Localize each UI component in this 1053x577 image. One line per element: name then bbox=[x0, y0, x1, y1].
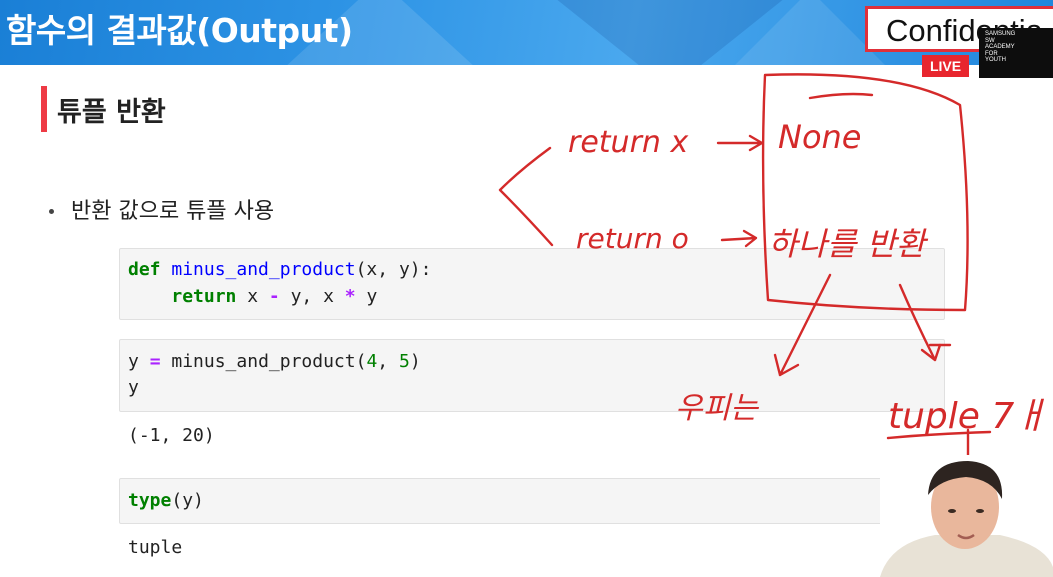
code-token: y bbox=[128, 377, 139, 398]
code-token: y, x bbox=[279, 286, 345, 307]
code-token: minus_and_product( bbox=[160, 351, 367, 372]
logo-text-line: SAMSUNG bbox=[985, 31, 1016, 37]
code-token: type bbox=[128, 490, 172, 511]
code-cell-1[interactable]: def minus_and_product(x, y): return x - … bbox=[119, 248, 945, 320]
code-token: minus_and_product bbox=[171, 259, 356, 280]
code-token: 5 bbox=[398, 351, 410, 372]
code-cell-2[interactable]: y = minus_and_product(4, 5) y bbox=[119, 339, 945, 412]
logo-text-line: ACADEMY bbox=[985, 44, 1015, 50]
code-cell-3[interactable]: type(y) bbox=[119, 478, 945, 524]
annotation-return-x: return x bbox=[568, 125, 688, 160]
code-token: * bbox=[344, 286, 356, 307]
code-token: 4 bbox=[366, 351, 378, 372]
code-token: y bbox=[355, 286, 378, 307]
annotation-none: None bbox=[778, 118, 861, 156]
code-token: (y) bbox=[171, 490, 204, 511]
cell-output: tuple bbox=[128, 537, 183, 558]
code-token: , bbox=[377, 351, 399, 372]
code-line: type(y) bbox=[128, 490, 204, 511]
code-line: y = minus_and_product(4, 5) bbox=[128, 351, 421, 372]
bullet-dot-icon bbox=[49, 209, 54, 214]
code-token: y bbox=[128, 351, 150, 372]
live-badge: LIVE bbox=[922, 55, 969, 77]
code-token: ) bbox=[409, 351, 421, 372]
code-token: def bbox=[128, 259, 161, 280]
code-line: y bbox=[128, 377, 139, 398]
code-token: = bbox=[149, 351, 161, 372]
code-token: x bbox=[236, 286, 269, 307]
code-line: return x - y, x * y bbox=[128, 286, 377, 307]
presenter-webcam bbox=[880, 455, 1053, 577]
cell-output: (-1, 20) bbox=[128, 425, 215, 446]
logo-text-line: YOUTH bbox=[985, 57, 1006, 63]
code-line: def minus_and_product(x, y): bbox=[128, 259, 431, 280]
section-title: 튜플 반환 bbox=[57, 97, 166, 128]
code-token: return bbox=[171, 286, 237, 307]
bullet-text: 반환 값으로 튜플 사용 bbox=[71, 199, 275, 224]
section-accent-bar bbox=[41, 86, 47, 132]
code-token: - bbox=[268, 286, 280, 307]
academy-logo: SAMSUNG SW ACADEMY FOR YOUTH bbox=[979, 28, 1053, 78]
slide-title: 함수의 결과값(Output) bbox=[6, 11, 353, 50]
code-token: (x, y): bbox=[355, 259, 432, 280]
